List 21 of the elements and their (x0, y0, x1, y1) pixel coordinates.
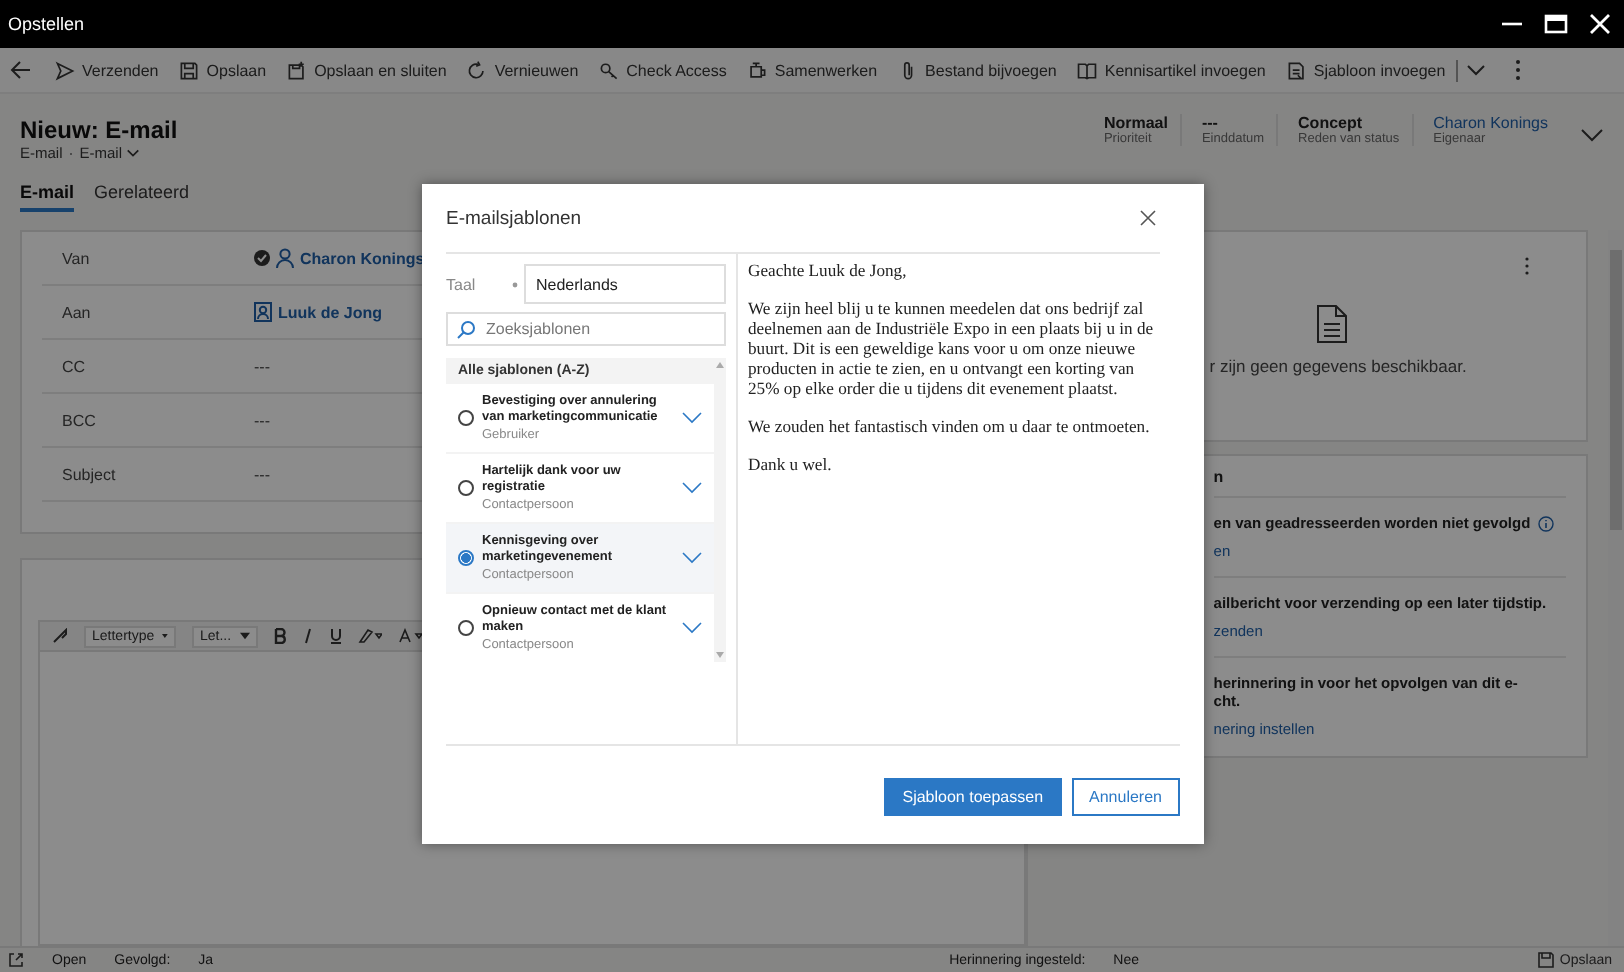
record-title: Nieuw: E-mail (20, 115, 178, 143)
field-label: CC (60, 357, 88, 375)
preview-paragraph: We zijn heel blij u te kunnen meedelen dat ons bedrijf zal deelnemen aan de Industriële Expo in een plaats bij u in de buurt. Dit is een geweldige kans voor u om onze nieuwe producten in actie te zien, en u ontvangt een korting van 25% op elke order die u tijdens dit evenement plaatst. (748, 298, 1156, 399)
field-value: --- (254, 465, 270, 483)
empty-message: r zijn geen gegevens beschikbaar. (1209, 356, 1467, 376)
field-value: --- (254, 357, 270, 375)
dialog-title: E-mailsjablonen (446, 207, 582, 230)
header-field-value: Concept (1298, 114, 1365, 132)
window-title: Opstellen (8, 14, 85, 34)
preview-paragraph: Dank u wel. (748, 454, 834, 475)
field-label: Subject (60, 465, 118, 483)
preview-paragraph: We zouden het fantastisch vinden om u daar te ontmoeten. (748, 416, 1152, 437)
header-field-value: Normaal (1103, 114, 1168, 132)
section-title: n (1213, 456, 1567, 498)
header-field-value: --- (1201, 114, 1220, 132)
field-label: BCC (60, 411, 98, 429)
preview-paragraph: Geachte Luuk de Jong, (748, 260, 909, 281)
field-label: Aan (60, 303, 93, 321)
field-label: Taal (446, 275, 478, 294)
field-value: --- (254, 411, 270, 429)
field-label: Van (60, 249, 92, 267)
